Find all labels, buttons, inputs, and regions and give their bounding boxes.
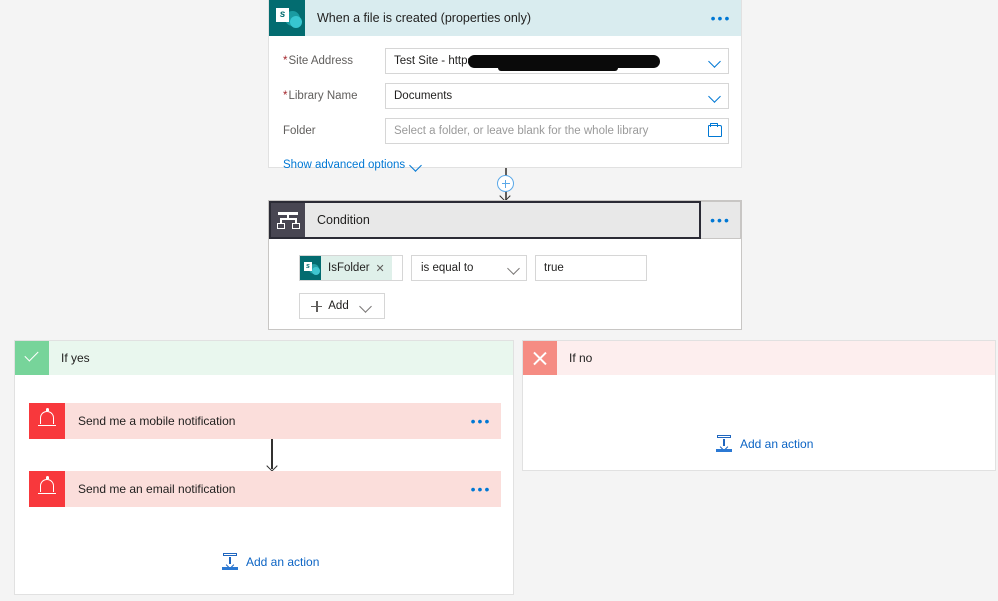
action-card-mobile-notification[interactable]: Send me a mobile notification ••• bbox=[29, 403, 501, 439]
condition-expression-row: s IsFolder ✕ is equal to true bbox=[299, 255, 741, 281]
sharepoint-icon-letter: s bbox=[276, 8, 289, 22]
branch-if-yes-header: If yes bbox=[15, 341, 513, 375]
condition-card[interactable]: Condition ••• s IsFolder ✕ is equal to t… bbox=[268, 200, 742, 330]
chevron-down-icon[interactable] bbox=[708, 54, 722, 68]
plus-circle-icon[interactable] bbox=[497, 175, 514, 192]
condition-header: Condition ••• bbox=[269, 201, 741, 239]
close-icon[interactable]: ✕ bbox=[376, 262, 385, 275]
action-title: Send me an email notification bbox=[78, 482, 236, 496]
sharepoint-icon: s bbox=[269, 0, 305, 36]
condition-left-operand[interactable]: s IsFolder ✕ bbox=[299, 255, 403, 281]
branch-if-no-header: If no bbox=[523, 341, 995, 375]
folder-picker-icon[interactable] bbox=[708, 122, 722, 137]
library-name-input[interactable]: Documents bbox=[385, 83, 729, 109]
dynamic-content-token[interactable]: s IsFolder ✕ bbox=[300, 256, 392, 280]
bell-icon bbox=[29, 403, 65, 439]
condition-operator-value: is equal to bbox=[421, 262, 474, 274]
add-action-icon bbox=[716, 435, 732, 452]
folder-input[interactable]: Select a folder, or leave blank for the … bbox=[385, 118, 729, 144]
required-indicator: * bbox=[283, 90, 288, 102]
trigger-body: *Site Address Test Site - https:// *Libr… bbox=[269, 36, 741, 172]
token-label: IsFolder bbox=[328, 262, 370, 274]
field-library-name: *Library Name Documents bbox=[283, 83, 729, 109]
bell-icon bbox=[29, 471, 65, 507]
library-name-value: Documents bbox=[394, 90, 453, 102]
add-an-action-label: Add an action bbox=[246, 554, 320, 569]
chevron-down-icon bbox=[507, 261, 521, 275]
flow-connector bbox=[496, 168, 516, 200]
condition-title-box[interactable]: Condition bbox=[269, 201, 701, 239]
condition-add-label: Add bbox=[328, 300, 349, 312]
field-site-address: *Site Address Test Site - https:// bbox=[283, 48, 729, 74]
action-menu-button[interactable]: ••• bbox=[461, 481, 501, 497]
condition-title: Condition bbox=[317, 213, 370, 227]
required-indicator: * bbox=[283, 55, 288, 67]
sharepoint-icon: s bbox=[300, 256, 321, 280]
trigger-title: When a file is created (properties only) bbox=[317, 11, 531, 25]
condition-body: s IsFolder ✕ is equal to true Add bbox=[269, 239, 741, 319]
action-menu-button[interactable]: ••• bbox=[461, 413, 501, 429]
chevron-down-icon bbox=[359, 299, 373, 313]
flow-designer-canvas: s When a file is created (properties onl… bbox=[0, 0, 998, 601]
condition-add-button[interactable]: Add bbox=[299, 293, 385, 319]
condition-branch-icon bbox=[271, 203, 305, 237]
show-advanced-options-link[interactable]: Show advanced options bbox=[283, 158, 423, 172]
add-action-icon bbox=[222, 553, 238, 570]
add-an-action-label: Add an action bbox=[740, 436, 814, 451]
trigger-menu-button[interactable]: ••• bbox=[701, 11, 741, 25]
add-an-action-link-yes[interactable]: Add an action bbox=[222, 553, 319, 570]
redaction-bar bbox=[468, 55, 660, 71]
branch-if-yes-label: If yes bbox=[61, 351, 90, 365]
branch-if-no-label: If no bbox=[569, 351, 593, 365]
field-label-folder: Folder bbox=[283, 125, 316, 137]
chevron-down-icon bbox=[409, 158, 423, 172]
add-an-action-link-no[interactable]: Add an action bbox=[716, 435, 813, 452]
site-address-input[interactable]: Test Site - https:// bbox=[385, 48, 729, 74]
condition-right-operand[interactable]: true bbox=[535, 255, 647, 281]
close-x-icon bbox=[523, 341, 557, 375]
show-advanced-options-label: Show advanced options bbox=[283, 159, 406, 171]
condition-value: true bbox=[544, 262, 564, 274]
action-connector-arrow bbox=[264, 439, 280, 471]
action-card-email-notification[interactable]: Send me an email notification ••• bbox=[29, 471, 501, 507]
field-label-site-address: *Site Address bbox=[283, 55, 354, 67]
field-folder: Folder Select a folder, or leave blank f… bbox=[283, 118, 729, 144]
plus-icon bbox=[311, 300, 323, 312]
field-label-library-name: *Library Name bbox=[283, 90, 358, 102]
condition-operator-dropdown[interactable]: is equal to bbox=[411, 255, 527, 281]
sharepoint-icon-letter: s bbox=[304, 262, 312, 271]
trigger-card[interactable]: s When a file is created (properties onl… bbox=[268, 0, 742, 171]
trigger-header[interactable]: s When a file is created (properties onl… bbox=[269, 0, 741, 36]
action-title: Send me a mobile notification bbox=[78, 414, 236, 428]
condition-menu-button[interactable]: ••• bbox=[701, 201, 741, 239]
check-icon bbox=[15, 341, 49, 375]
folder-placeholder: Select a folder, or leave blank for the … bbox=[394, 125, 649, 137]
chevron-down-icon[interactable] bbox=[708, 89, 722, 103]
